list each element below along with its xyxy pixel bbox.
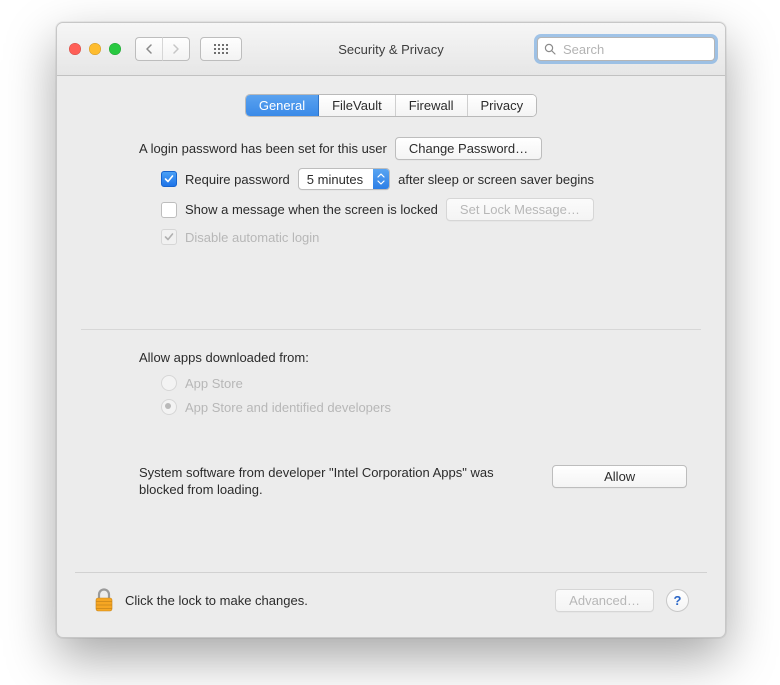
- check-icon: [164, 232, 174, 242]
- search-input[interactable]: [561, 41, 726, 58]
- advanced-button: Advanced…: [555, 589, 654, 612]
- set-lock-message-button: Set Lock Message…: [446, 198, 594, 221]
- footer: Click the lock to make changes. Advanced…: [75, 572, 707, 627]
- login-password-row: A login password has been set for this u…: [139, 137, 701, 160]
- lock-area[interactable]: Click the lock to make changes.: [93, 587, 308, 613]
- divider: [81, 329, 701, 330]
- window-controls: [69, 43, 121, 55]
- require-password-checkbox[interactable]: [161, 171, 177, 187]
- tab-general[interactable]: General: [246, 95, 318, 116]
- minimize-window-button[interactable]: [89, 43, 101, 55]
- allow-apps-label: Allow apps downloaded from:: [139, 350, 701, 365]
- allow-apps-appstore-row: App Store: [161, 375, 701, 391]
- chevron-right-icon: [172, 44, 180, 54]
- check-icon: [164, 174, 174, 184]
- allow-button[interactable]: Allow: [552, 465, 687, 488]
- general-panel: A login password has been set for this u…: [75, 131, 707, 499]
- blocked-software-row: System software from developer "Intel Co…: [139, 465, 687, 499]
- require-password-suffix: after sleep or screen saver begins: [398, 172, 594, 187]
- radio-app-store-identified-label: App Store and identified developers: [185, 400, 391, 415]
- back-button[interactable]: [135, 37, 162, 61]
- close-window-button[interactable]: [69, 43, 81, 55]
- blocked-software-message: System software from developer "Intel Co…: [139, 465, 534, 499]
- chevron-left-icon: [145, 44, 153, 54]
- require-password-row: Require password 5 minutes after sleep o…: [161, 168, 701, 190]
- tab-privacy[interactable]: Privacy: [467, 95, 537, 116]
- require-password-delay-value: 5 minutes: [299, 169, 373, 189]
- disable-autologin-label: Disable automatic login: [185, 230, 319, 245]
- titlebar: Security & Privacy: [57, 23, 725, 76]
- require-password-label: Require password: [185, 172, 290, 187]
- radio-app-store: [161, 375, 177, 391]
- updown-icon: [373, 169, 389, 189]
- login-password-label: A login password has been set for this u…: [139, 141, 387, 156]
- forward-button[interactable]: [162, 37, 190, 61]
- nav-back-forward: [135, 37, 190, 61]
- radio-app-store-label: App Store: [185, 376, 243, 391]
- change-password-button[interactable]: Change Password…: [395, 137, 542, 160]
- search-icon: [544, 43, 556, 55]
- preferences-window: Security & Privacy General FileVault Fir…: [56, 22, 726, 638]
- grid-icon: [214, 44, 228, 54]
- disable-autologin-checkbox: [161, 229, 177, 245]
- zoom-window-button[interactable]: [109, 43, 121, 55]
- show-all-button[interactable]: [200, 37, 242, 61]
- show-message-checkbox[interactable]: [161, 202, 177, 218]
- lock-label: Click the lock to make changes.: [125, 593, 308, 608]
- allow-apps-identified-row: App Store and identified developers: [161, 399, 701, 415]
- radio-app-store-identified: [161, 399, 177, 415]
- lock-icon: [93, 587, 115, 613]
- show-message-label: Show a message when the screen is locked: [185, 202, 438, 217]
- show-message-row: Show a message when the screen is locked…: [161, 198, 701, 221]
- tab-bar: General FileVault Firewall Privacy: [245, 94, 537, 117]
- content-area: General FileVault Firewall Privacy A log…: [57, 76, 725, 637]
- help-button[interactable]: ?: [666, 589, 689, 612]
- tab-firewall[interactable]: Firewall: [395, 95, 467, 116]
- search-field-wrap[interactable]: [537, 37, 715, 61]
- tab-filevault[interactable]: FileVault: [318, 95, 395, 116]
- require-password-delay-popup[interactable]: 5 minutes: [298, 168, 390, 190]
- disable-autologin-row: Disable automatic login: [161, 229, 701, 245]
